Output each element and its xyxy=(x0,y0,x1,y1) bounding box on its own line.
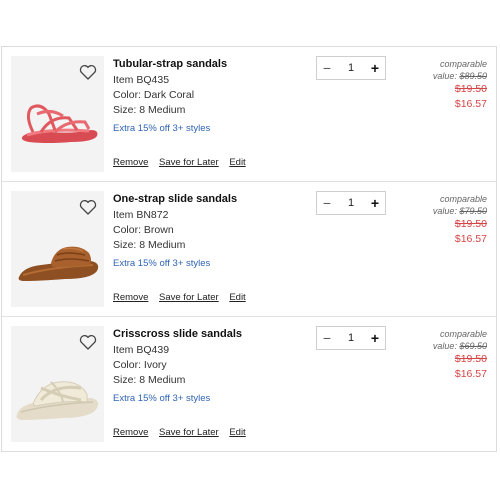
quantity-stepper: − 1 + xyxy=(316,191,386,215)
sale-price: $16.57 xyxy=(454,368,487,380)
quantity-stepper: − 1 + xyxy=(316,326,386,350)
sale-price: $16.57 xyxy=(454,233,487,245)
heart-icon[interactable] xyxy=(79,199,97,215)
cart-item: Crisscross slide sandals Item BQ439 Colo… xyxy=(2,317,496,452)
value-label: value: xyxy=(432,206,457,216)
product-image[interactable] xyxy=(11,191,104,307)
quantity-stepper: − 1 + xyxy=(316,56,386,80)
save-for-later-link[interactable]: Save for Later xyxy=(159,157,219,168)
heart-icon[interactable] xyxy=(79,334,97,350)
item-color: Color: Ivory xyxy=(113,359,167,371)
product-title[interactable]: Tubular-strap sandals xyxy=(113,57,227,71)
promo-link[interactable]: Extra 15% off 3+ styles xyxy=(113,257,237,271)
item-size: Size: 8 Medium xyxy=(113,374,186,386)
comparable-label: comparable xyxy=(439,194,487,204)
comparable-price: $79.50 xyxy=(459,206,487,216)
comparable-value: value: $79.50 xyxy=(433,205,487,217)
item-size: Size: 8 Medium xyxy=(113,239,186,251)
cart-item: One-strap slide sandals Item BN872 Color… xyxy=(2,182,496,317)
product-info: One-strap slide sandals Item BN872 Color… xyxy=(113,192,237,271)
item-actions: Remove Save for Later Edit xyxy=(113,292,254,303)
promo-link[interactable]: Extra 15% off 3+ styles xyxy=(113,122,227,136)
remove-link[interactable]: Remove xyxy=(113,157,148,168)
increase-quantity-button[interactable]: + xyxy=(365,328,385,348)
item-actions: Remove Save for Later Edit xyxy=(113,427,254,438)
comparable-label: comparable xyxy=(439,59,487,69)
comparable-price: $69.50 xyxy=(459,341,487,351)
product-image[interactable] xyxy=(11,56,104,172)
product-info: Tubular-strap sandals Item BQ435 Color: … xyxy=(113,57,227,136)
product-info: Crisscross slide sandals Item BQ439 Colo… xyxy=(113,327,242,406)
item-color: Color: Brown xyxy=(113,224,174,236)
item-code: Item BQ439 xyxy=(113,344,170,356)
item-actions: Remove Save for Later Edit xyxy=(113,157,254,168)
product-title[interactable]: Crisscross slide sandals xyxy=(113,327,242,341)
sale-price: $16.57 xyxy=(454,98,487,110)
edit-link[interactable]: Edit xyxy=(229,292,245,303)
promo-link[interactable]: Extra 15% off 3+ styles xyxy=(113,392,242,406)
item-size: Size: 8 Medium xyxy=(113,104,186,116)
quantity-value[interactable]: 1 xyxy=(341,332,361,344)
quantity-value[interactable]: 1 xyxy=(341,197,361,209)
comparable-price: $89.50 xyxy=(459,71,487,81)
comparable-label: comparable xyxy=(439,329,487,339)
decrease-quantity-button[interactable]: − xyxy=(317,328,337,348)
price-block: comparable value: $79.50 $19.50 $16.57 xyxy=(433,193,487,246)
price-block: comparable value: $89.50 $19.50 $16.57 xyxy=(433,58,487,111)
item-code: Item BQ435 xyxy=(113,74,170,86)
value-label: value: xyxy=(432,341,457,351)
value-label: value: xyxy=(432,71,457,81)
original-price: $19.50 xyxy=(454,353,487,365)
cart-item: Tubular-strap sandals Item BQ435 Color: … xyxy=(2,47,496,182)
remove-link[interactable]: Remove xyxy=(113,427,148,438)
item-code: Item BN872 xyxy=(113,209,169,221)
heart-icon[interactable] xyxy=(79,64,97,80)
original-price: $19.50 xyxy=(454,83,487,95)
quantity-value[interactable]: 1 xyxy=(341,62,361,74)
edit-link[interactable]: Edit xyxy=(229,157,245,168)
save-for-later-link[interactable]: Save for Later xyxy=(159,292,219,303)
remove-link[interactable]: Remove xyxy=(113,292,148,303)
product-image[interactable] xyxy=(11,326,104,442)
decrease-quantity-button[interactable]: − xyxy=(317,58,337,78)
decrease-quantity-button[interactable]: − xyxy=(317,193,337,213)
original-price: $19.50 xyxy=(454,218,487,230)
increase-quantity-button[interactable]: + xyxy=(365,58,385,78)
cart-list: Tubular-strap sandals Item BQ435 Color: … xyxy=(1,46,497,452)
price-block: comparable value: $69.50 $19.50 $16.57 xyxy=(433,328,487,381)
comparable-value: value: $69.50 xyxy=(433,340,487,352)
item-color: Color: Dark Coral xyxy=(113,89,195,101)
product-title[interactable]: One-strap slide sandals xyxy=(113,192,237,206)
edit-link[interactable]: Edit xyxy=(229,427,245,438)
increase-quantity-button[interactable]: + xyxy=(365,193,385,213)
save-for-later-link[interactable]: Save for Later xyxy=(159,427,219,438)
comparable-value: value: $89.50 xyxy=(433,70,487,82)
